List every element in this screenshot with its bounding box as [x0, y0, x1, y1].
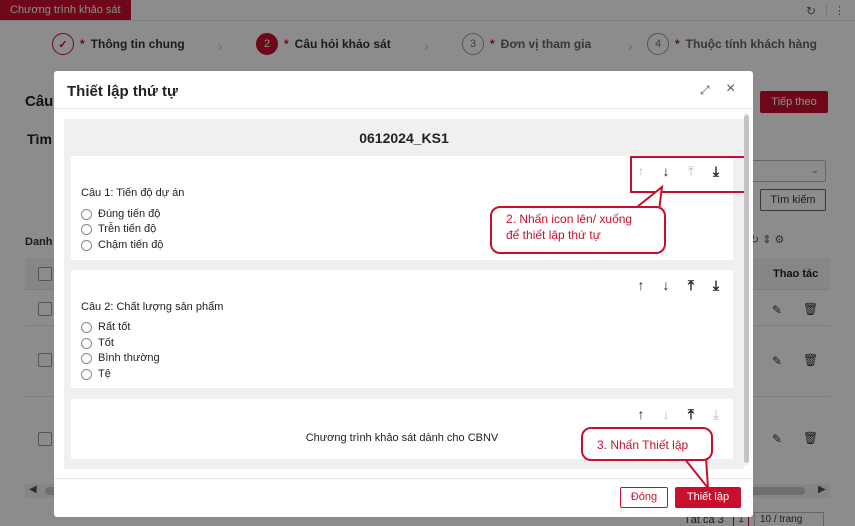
- option-label: Chậm tiến độ: [98, 239, 164, 251]
- radio-icon[interactable]: [81, 337, 92, 349]
- option-label: Bình thường: [98, 352, 160, 364]
- radio-icon[interactable]: [81, 321, 92, 333]
- move-bottom-icon[interactable]: ⤓: [711, 407, 721, 421]
- modal-title: Thiết lập thứ tự: [67, 83, 178, 100]
- move-top-icon[interactable]: ⤒: [686, 407, 696, 421]
- option-label: Tốt: [98, 337, 114, 349]
- option-item[interactable]: Tốt: [81, 337, 114, 349]
- move-down-icon[interactable]: ↓: [661, 407, 671, 421]
- modal-header-divider: [54, 108, 753, 109]
- reorder-controls: ↑ ↓ ⤒ ⤓: [636, 407, 721, 421]
- move-top-icon[interactable]: ⤒: [686, 278, 696, 292]
- fullscreen-icon[interactable]: ⤢: [700, 83, 710, 98]
- reorder-controls: ↑ ↓ ⤒ ⤓: [636, 278, 721, 292]
- question-title: Câu 2: Chất lượng sản phẩm: [81, 301, 224, 313]
- move-down-icon[interactable]: ↓: [661, 278, 671, 292]
- move-bottom-icon[interactable]: ⤓: [711, 278, 721, 292]
- modal-scrollbar-thumb[interactable]: [744, 115, 749, 463]
- callout-setup-hint: 3. Nhấn Thiết lập: [581, 427, 713, 461]
- option-item[interactable]: Đúng tiến độ: [81, 208, 160, 220]
- option-label: Đúng tiến độ: [98, 208, 161, 220]
- callout-line: để thiết lập thứ tự: [506, 228, 601, 242]
- close-button[interactable]: Đóng: [620, 487, 668, 508]
- modal-footer-divider: [54, 478, 753, 479]
- callout-reorder-hint: 2. Nhấn icon lên/ xuống để thiết lập thứ…: [490, 206, 666, 254]
- option-item[interactable]: Rất tốt: [81, 321, 130, 333]
- move-up-icon[interactable]: ↑: [636, 407, 646, 421]
- callout-line: 2. Nhấn icon lên/ xuống: [506, 212, 633, 226]
- question-card: ↑ ↓ ⤒ ⤓ Câu 2: Chất lượng sản phẩm Rất t…: [71, 270, 733, 388]
- option-item[interactable]: Trễn tiến độ: [81, 223, 156, 235]
- question-title: Câu 1: Tiến độ dự án: [81, 187, 185, 199]
- modal-body: 0612024_KS1 ↑ ↓ ⤒ ⤓ Câu 1: Tiến độ dự án…: [64, 119, 748, 469]
- close-icon[interactable]: ×: [726, 80, 735, 98]
- option-item[interactable]: Tệ: [81, 368, 111, 380]
- option-label: Tệ: [98, 368, 111, 380]
- option-item[interactable]: Chậm tiến độ: [81, 239, 163, 251]
- radio-icon[interactable]: [81, 352, 92, 364]
- survey-name: 0612024_KS1: [359, 130, 449, 146]
- option-label: Trễn tiến độ: [98, 223, 157, 235]
- move-up-icon[interactable]: ↑: [636, 278, 646, 292]
- option-label: Rất tốt: [98, 321, 131, 333]
- option-item[interactable]: Bình thường: [81, 352, 160, 364]
- radio-icon[interactable]: [81, 208, 92, 220]
- radio-icon[interactable]: [81, 223, 92, 235]
- radio-icon[interactable]: [81, 368, 92, 380]
- radio-icon[interactable]: [81, 239, 92, 251]
